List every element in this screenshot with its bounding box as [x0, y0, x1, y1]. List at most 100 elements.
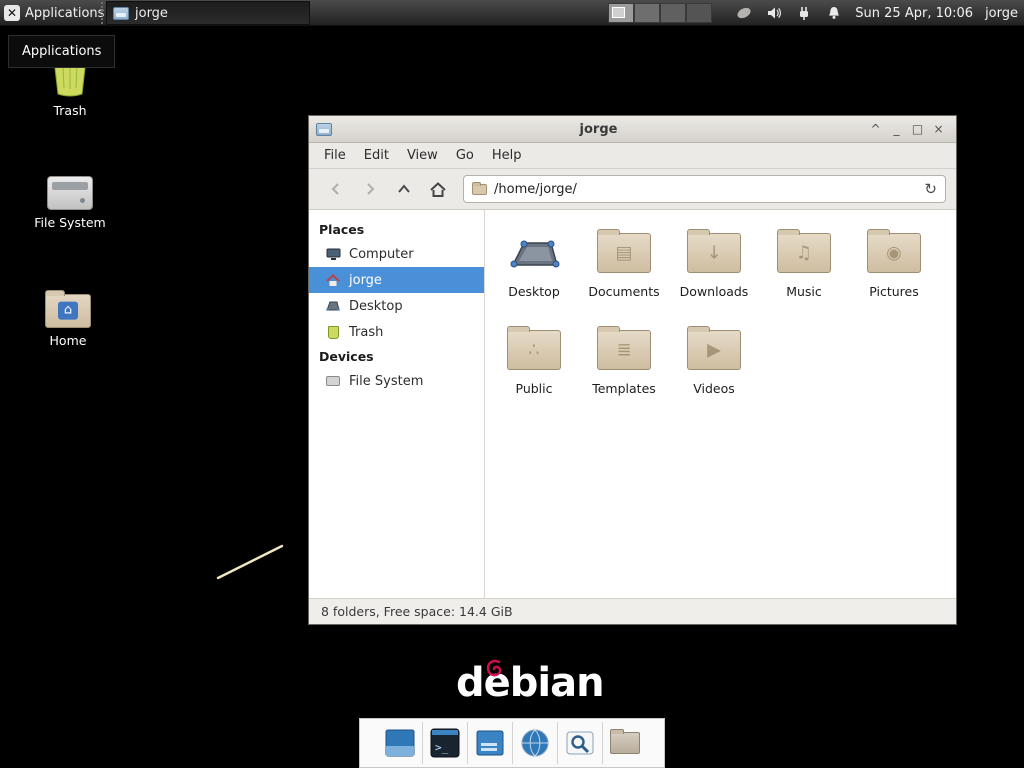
sidebar-item-label: jorge: [349, 273, 382, 288]
path-folder-icon: [472, 184, 487, 195]
back-button[interactable]: [319, 174, 353, 204]
folder-icon: ▤: [597, 233, 651, 273]
show-desktop-button[interactable]: [378, 721, 422, 765]
terminal-icon: >_: [430, 728, 460, 758]
file-label: Pictures: [869, 284, 919, 299]
file-manager-window: jorge ^ _ □ × File Edit View Go Help /ho…: [308, 115, 957, 625]
app-finder-launcher[interactable]: [558, 721, 602, 765]
window-list-icon: [475, 728, 505, 758]
system-tray: Sun 25 Apr, 10:06 jorge: [735, 0, 1018, 26]
applications-menu-button[interactable]: ✕ Applications: [0, 0, 112, 26]
file-item-music[interactable]: ♫ Music: [759, 222, 849, 319]
reload-icon[interactable]: ↻: [924, 180, 937, 198]
trash-icon: [325, 326, 341, 339]
terminal-launcher[interactable]: >_: [423, 721, 467, 765]
file-item-public[interactable]: ∴ Public: [489, 319, 579, 416]
sidebar-item-desktop[interactable]: Desktop: [309, 293, 484, 319]
folder-icon: ↓: [687, 233, 741, 273]
file-item-downloads[interactable]: ↓ Downloads: [669, 222, 759, 319]
workspace-switcher[interactable]: [608, 3, 712, 23]
menu-file[interactable]: File: [315, 144, 355, 167]
titlebar[interactable]: jorge ^ _ □ ×: [309, 116, 956, 143]
sidebar-item-label: Desktop: [349, 299, 403, 314]
sidebar-item-label: File System: [349, 374, 423, 389]
minimize-button[interactable]: _: [886, 117, 907, 142]
taskbar-button-label: jorge: [135, 6, 168, 21]
file-label: Templates: [592, 381, 656, 396]
file-manager-icon: [113, 7, 129, 20]
status-text: 8 folders, Free space: 14.4 GiB: [321, 604, 513, 619]
web-browser-launcher[interactable]: [513, 721, 557, 765]
sidebar-item-label: Trash: [349, 325, 383, 340]
magnifier-icon: [565, 728, 595, 758]
file-label: Videos: [693, 381, 735, 396]
window-title: jorge: [332, 122, 865, 137]
desktop-icon-filesystem[interactable]: File System: [28, 168, 112, 230]
home-button[interactable]: [421, 174, 455, 204]
desktop-icon-label: Home: [50, 333, 87, 348]
taskbar-button-jorge[interactable]: jorge: [106, 1, 310, 25]
desktop-folder-icon: [507, 231, 561, 275]
drive-icon: [325, 376, 341, 386]
file-label: Music: [786, 284, 822, 299]
workspace-4[interactable]: [686, 3, 712, 23]
menubar: File Edit View Go Help: [309, 143, 956, 169]
panel-username[interactable]: jorge: [985, 6, 1018, 21]
applications-tooltip: Applications: [8, 35, 115, 68]
file-item-templates[interactable]: ≣ Templates: [579, 319, 669, 416]
volume-icon[interactable]: [765, 4, 783, 22]
browser-globe-icon: [520, 728, 550, 758]
workspace-2[interactable]: [634, 3, 660, 23]
folder-icon: ≣: [597, 330, 651, 370]
file-view[interactable]: Desktop ▤ Documents ↓ Downloads ♫ Music …: [485, 210, 956, 598]
computer-icon: [325, 248, 341, 261]
file-item-desktop[interactable]: Desktop: [489, 222, 579, 319]
menu-go[interactable]: Go: [447, 144, 483, 167]
folder-icon: ♫: [777, 233, 831, 273]
maximize-button[interactable]: □: [907, 117, 928, 142]
settings-launcher[interactable]: [468, 721, 512, 765]
shade-button[interactable]: ^: [865, 117, 886, 142]
sidebar-item-filesystem[interactable]: File System: [309, 368, 484, 394]
folder-icon: ◉: [867, 233, 921, 273]
status-bar: 8 folders, Free space: 14.4 GiB: [309, 598, 956, 624]
file-item-videos[interactable]: ▶ Videos: [669, 319, 759, 416]
menu-view[interactable]: View: [398, 144, 447, 167]
desktop-icon-home[interactable]: ⌂ Home: [26, 288, 110, 348]
window-icon: [316, 123, 332, 136]
file-item-documents[interactable]: ▤ Documents: [579, 222, 669, 319]
svg-text:>_: >_: [435, 741, 449, 754]
power-plug-icon[interactable]: [795, 4, 813, 22]
close-button[interactable]: ×: [928, 117, 949, 142]
toolbar: /home/jorge/ ↻: [309, 169, 956, 210]
up-button[interactable]: [387, 174, 421, 204]
notifications-bell-icon[interactable]: [825, 4, 843, 22]
sidebar-item-trash[interactable]: Trash: [309, 319, 484, 345]
clock[interactable]: Sun 25 Apr, 10:06: [855, 6, 973, 21]
debian-wordmark: debian: [456, 660, 604, 706]
path-bar[interactable]: /home/jorge/ ↻: [463, 175, 946, 203]
sidebar-item-label: Computer: [349, 247, 414, 262]
file-label: Downloads: [680, 284, 749, 299]
menu-edit[interactable]: Edit: [355, 144, 398, 167]
forward-button[interactable]: [353, 174, 387, 204]
debian-swirl-icon: [485, 658, 505, 678]
panel-handle: [101, 2, 103, 24]
path-input[interactable]: /home/jorge/: [494, 182, 917, 197]
file-manager-launcher[interactable]: [603, 721, 647, 765]
sidebar-item-jorge[interactable]: jorge: [309, 267, 484, 293]
devices-header: Devices: [309, 345, 484, 368]
workspace-1[interactable]: [608, 3, 634, 23]
folder-icon: ▶: [687, 330, 741, 370]
sidebar: Places Computer jorge Desktop: [309, 210, 485, 598]
file-item-pictures[interactable]: ◉ Pictures: [849, 222, 939, 319]
mouse-icon[interactable]: [735, 4, 753, 22]
sidebar-item-computer[interactable]: Computer: [309, 241, 484, 267]
top-panel: ✕ Applications jorge Sun 25 Apr, 10:06: [0, 0, 1024, 26]
stray-line: [210, 540, 294, 586]
desktop-icon: [325, 300, 341, 312]
workspace-3[interactable]: [660, 3, 686, 23]
desktop-icon-label: File System: [34, 215, 106, 230]
applications-icon: ✕: [4, 5, 20, 21]
menu-help[interactable]: Help: [483, 144, 531, 167]
